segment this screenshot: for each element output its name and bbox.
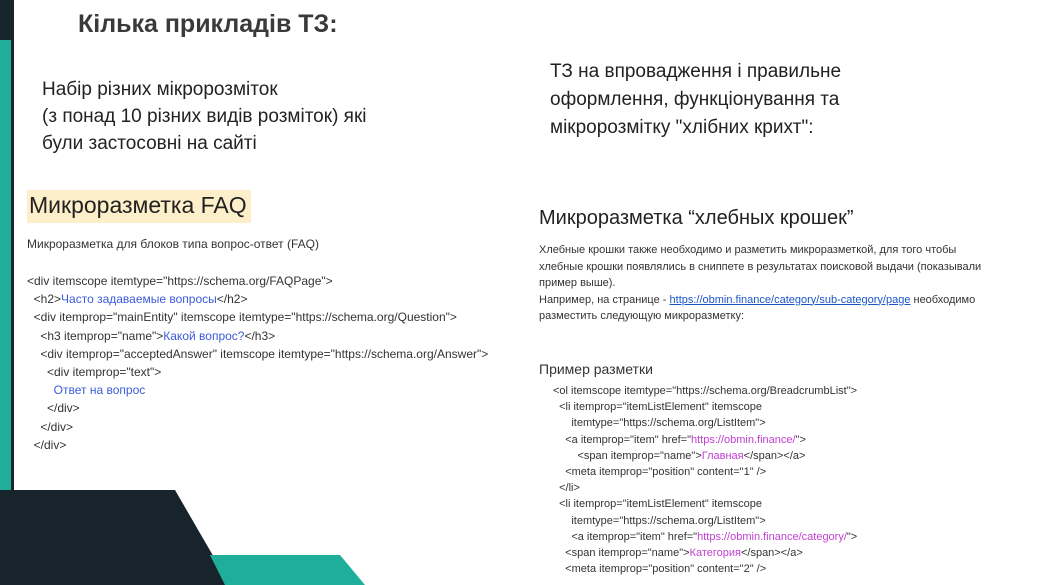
- code-highlight: https://obmin.finance/: [690, 433, 796, 446]
- faq-snippet-image: Микроразметка FAQ Микроразметка для блок…: [22, 190, 530, 490]
- code-line: <div itemscope itemtype="https://schema.…: [27, 272, 488, 290]
- code-text: <div itemscope itemtype="https://schema.…: [27, 274, 333, 288]
- code-line: </div>: [27, 399, 488, 417]
- code-text: itemtype="https://schema.org/ListItem">: [553, 514, 766, 527]
- code-text: <div itemprop="acceptedAnswer" itemscope…: [27, 346, 489, 361]
- code-line: <span itemprop="name">Главная</span></a>: [553, 448, 857, 464]
- example-line: Например, на странице - https://obmin.fi…: [539, 292, 1034, 309]
- right-description-line: мікророзмітку "хлібних крихт":: [550, 117, 814, 138]
- breadcrumb-paragraph: Хлебные крошки также необходимо и размет…: [539, 242, 1034, 325]
- code-text: ">: [846, 530, 858, 543]
- code-text: </h3>: [244, 328, 276, 343]
- code-highlight: https://obmin.finance/category/: [697, 530, 847, 543]
- code-line: itemtype="https://schema.org/ListItem">: [553, 415, 857, 431]
- code-text: <h3 itemprop="name">: [27, 328, 164, 343]
- code-text: <div itemprop="mainEntity" itemscope ite…: [27, 310, 457, 325]
- left-description-line: були застосовні на сайті: [42, 133, 257, 154]
- code-highlight: Категория: [689, 547, 741, 560]
- paragraph-line: пример выше).: [539, 277, 616, 289]
- code-line: <a itemprop="item" href="https://obmin.f…: [553, 529, 857, 545]
- code-line: <div itemprop="mainEntity" itemscope ite…: [27, 308, 488, 326]
- code-text: ">: [795, 433, 806, 446]
- code-line: <div itemprop="text">: [27, 363, 488, 381]
- code-highlight: Какой вопрос?: [163, 328, 245, 343]
- code-line: Ответ на вопрос: [27, 381, 488, 399]
- code-line: </li>: [553, 480, 857, 496]
- code-text: </div>: [27, 437, 67, 452]
- code-line: <span itemprop="name">Категория</span></…: [553, 545, 857, 561]
- code-text: <h2>: [27, 292, 62, 307]
- code-text: <a itemprop="item" href=": [553, 433, 691, 446]
- code-highlight: Часто задаваемые вопросы: [61, 292, 217, 307]
- example-link[interactable]: https://obmin.finance/category/sub-categ…: [670, 294, 911, 306]
- code-line: <meta itemprop="position" content="2" />: [553, 561, 857, 577]
- code-text: <span itemprop="name">: [553, 547, 690, 560]
- faq-code-block: <div itemscope itemtype="https://schema.…: [27, 272, 488, 454]
- code-text: <li itemprop="itemListElement" itemscope: [553, 498, 762, 511]
- code-highlight: Ответ на вопрос: [53, 383, 146, 398]
- right-description-line: оформлення, функціонування та: [550, 89, 840, 110]
- code-text: <span itemprop="name">: [553, 449, 702, 462]
- faq-subtitle: Микроразметка для блоков типа вопрос-отв…: [27, 237, 320, 251]
- code-text: <meta itemprop="position" content="2" />: [553, 563, 767, 576]
- breadcrumb-snippet-image: Микроразметка “хлебных крошек” Хлебные к…: [528, 185, 1040, 585]
- code-line: <div itemprop="acceptedAnswer" itemscope…: [27, 345, 488, 363]
- code-text: itemtype="https://schema.org/ListItem">: [553, 417, 766, 430]
- code-text: </span></a>: [743, 449, 806, 462]
- left-description-line: Набір різних мікророзміток: [42, 79, 278, 100]
- code-text: <ol itemscope itemtype="https://schema.o…: [553, 385, 858, 397]
- code-line: <li itemprop="itemListElement" itemscope: [553, 496, 857, 512]
- code-text: </span></a>: [740, 547, 803, 560]
- code-line: <a itemprop="item" href="https://obmin.f…: [553, 432, 857, 448]
- example-line-2: разместить следующую микроразметку:: [539, 310, 745, 322]
- left-teal-bar: [0, 40, 11, 585]
- code-line: <h3 itemprop="name">Какой вопрос?</h3>: [27, 327, 488, 345]
- code-line: </div>: [27, 418, 488, 436]
- code-line: <ol itemscope itemtype="https://schema.o…: [553, 383, 857, 399]
- code-line: <meta itemprop="position" content="1" />: [553, 464, 857, 480]
- code-line: </div>: [27, 436, 488, 454]
- code-line: itemtype="https://schema.org/ListItem">: [553, 513, 857, 529]
- right-description: ТЗ на впровадження і правильне оформленн…: [550, 58, 910, 142]
- code-text: <li itemprop="itemListElement" itemscope: [553, 401, 762, 414]
- code-line: <h2>Часто задаваемые вопросы</h2>: [27, 290, 488, 308]
- faq-heading: Микроразметка FAQ: [27, 190, 251, 223]
- example-prefix: Например, на странице -: [539, 293, 670, 306]
- slide-title: Кілька прикладів ТЗ:: [78, 10, 338, 38]
- code-text: <div itemprop="text">: [27, 365, 162, 380]
- left-description: Набір різних мікророзміток (з понад 10 р…: [42, 76, 432, 157]
- code-text: </div>: [27, 401, 80, 416]
- code-text: <a itemprop="item" href=": [553, 530, 698, 543]
- breadcrumb-code-block: <ol itemscope itemtype="https://schema.o…: [553, 383, 857, 577]
- code-highlight: Главная: [701, 449, 744, 462]
- code-text: </div>: [27, 419, 74, 434]
- left-description-line: (з понад 10 різних видів розміток) які: [42, 106, 367, 127]
- code-line: <li itemprop="itemListElement" itemscope: [553, 399, 857, 415]
- code-text: <meta itemprop="position" content="1" />: [553, 466, 767, 479]
- code-text: </li>: [553, 482, 580, 495]
- paragraph-line: хлебные крошки появлялись в сниппете в р…: [539, 260, 982, 273]
- dark-corner-shape: [0, 490, 230, 585]
- code-text: </h2>: [216, 292, 248, 307]
- sample-title: Пример разметки: [539, 361, 653, 377]
- paragraph-line: Хлебные крошки также необходимо и размет…: [539, 244, 957, 256]
- right-description-line: ТЗ на впровадження і правильне: [550, 61, 842, 82]
- example-suffix: необходимо: [910, 293, 976, 306]
- breadcrumb-heading: Микроразметка “хлебных крошек”: [539, 207, 854, 229]
- teal-corner-shape: [210, 555, 365, 585]
